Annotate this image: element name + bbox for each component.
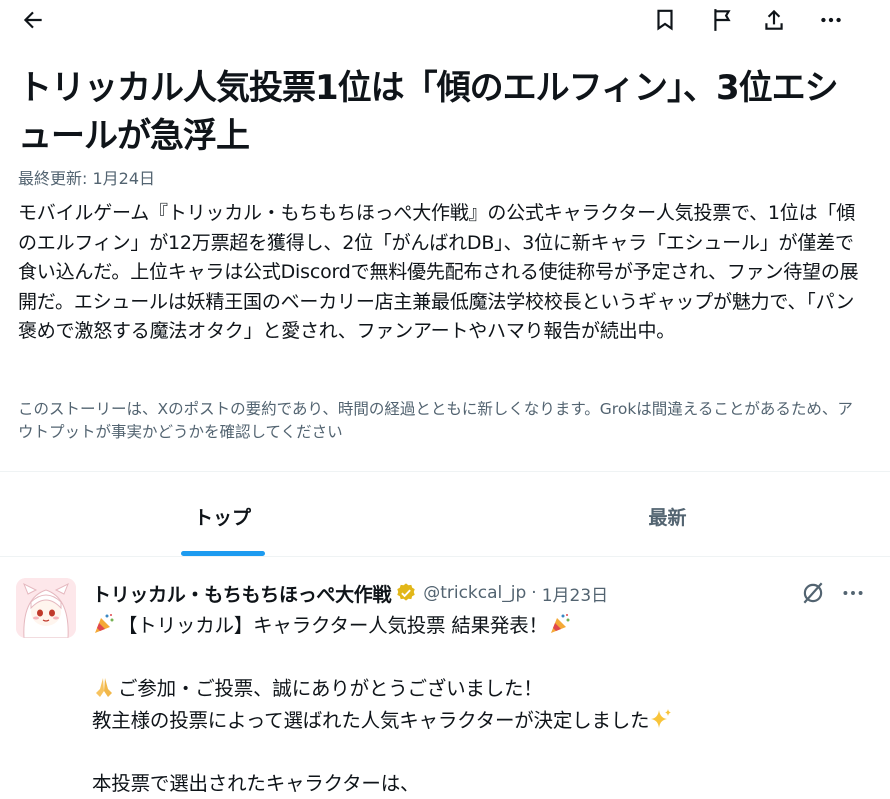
post-line-text: 【トリッカル】キャラクター人気投票 結果発表！ <box>118 614 548 637</box>
post-line: 【トリッカル】キャラクター人気投票 結果発表！ <box>92 610 872 642</box>
folded-hands-icon <box>92 675 116 699</box>
sparkles-icon <box>649 707 673 731</box>
more-icon <box>840 580 866 606</box>
post-line: ご参加・ご投票、誠にありがとうございました！ <box>92 673 872 705</box>
tabs-divider <box>0 556 890 557</box>
post-line: 教主様の投票によって選ばれた人気キャラクターが決定しました <box>92 705 872 737</box>
report-button[interactable] <box>705 2 741 38</box>
back-button[interactable] <box>15 2 51 38</box>
section-divider <box>0 471 890 472</box>
post-line-text: 教主様の投票によって選ばれた人気キャラクターが決定しました <box>92 709 649 732</box>
post-line-text: ご参加・ご投票、誠にありがとうございました！ <box>118 677 543 700</box>
story-title: トリッカル人気投票1位は「傾のエルフィン」、3位エシュールが急浮上 <box>18 64 868 160</box>
meta-separator: · <box>531 583 536 603</box>
bookmark-icon <box>652 7 678 33</box>
post-author[interactable]: トリッカル・もちもちほっぺ大作戦 <box>92 580 391 607</box>
post-line-blank <box>92 642 872 674</box>
party-popper-icon <box>548 612 572 636</box>
post-line: 本投票で選出されたキャラクターは、 <box>92 768 872 799</box>
grok-button[interactable] <box>795 575 831 611</box>
grok-disclaimer: このストーリーは、Xのポストの要約であり、時間の経過とともに新しくなります。Gr… <box>18 398 868 444</box>
share-button[interactable] <box>756 2 792 38</box>
tab-latest[interactable]: 最新 <box>445 476 890 556</box>
last-updated: 最終更新: 1月24日 <box>18 165 155 189</box>
grok-icon <box>800 580 826 606</box>
flag-icon <box>710 7 736 33</box>
post-date[interactable]: 1月23日 <box>542 581 608 606</box>
avatar-illustration <box>16 578 76 638</box>
post-more-button[interactable] <box>835 575 871 611</box>
story-summary: モバイルゲーム『トリッカル・もちもちほっぺ大作戦』の公式キャラクター人気投票で、… <box>18 199 868 347</box>
party-popper-icon <box>92 612 116 636</box>
share-icon <box>761 7 787 33</box>
verified-badge-icon <box>395 582 417 604</box>
post-handle[interactable]: @trickcal_jp <box>423 583 526 603</box>
post-line-blank <box>92 736 872 768</box>
post-line-text: 本投票で選出されたキャラクターは、 <box>92 772 419 795</box>
tab-top[interactable]: トップ <box>0 476 445 556</box>
bookmark-button[interactable] <box>647 2 683 38</box>
more-icon <box>818 7 844 33</box>
tab-top-label: トップ <box>194 503 251 530</box>
tab-latest-label: 最新 <box>648 503 686 530</box>
post-body: 【トリッカル】キャラクター人気投票 結果発表！ ご参加・ご投票、誠にありがとうご… <box>92 610 872 799</box>
more-button[interactable] <box>813 2 849 38</box>
post-header: トリッカル・もちもちほっぺ大作戦 @trickcal_jp · 1月23日 <box>92 578 608 608</box>
avatar[interactable] <box>16 578 76 638</box>
arrow-left-icon <box>20 7 46 33</box>
top-bar <box>0 0 890 40</box>
